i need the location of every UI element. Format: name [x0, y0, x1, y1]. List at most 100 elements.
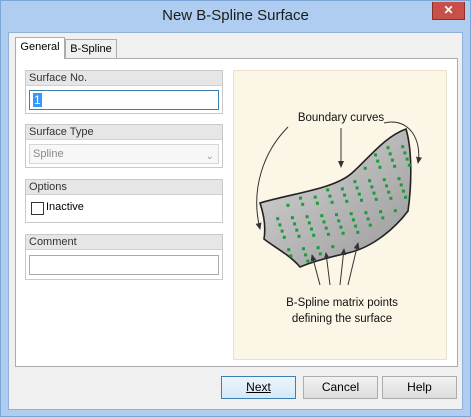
matrix-point	[374, 153, 377, 157]
matrix-point	[287, 248, 291, 252]
matrix-point	[326, 188, 330, 192]
matrix-point	[337, 219, 341, 223]
matrix-point	[343, 193, 347, 197]
matrix-point	[385, 184, 388, 188]
matrix-point	[407, 163, 411, 167]
matrix-point	[318, 252, 322, 256]
tab-general-label: General	[20, 41, 60, 53]
matrix-point	[295, 228, 299, 232]
matrix-point	[382, 178, 386, 182]
matrix-point	[393, 164, 397, 168]
help-button[interactable]: Help	[382, 376, 457, 399]
matrix-point	[360, 198, 363, 202]
cancel-button[interactable]: Cancel	[303, 376, 378, 399]
options-group: Options Inactive	[25, 179, 223, 223]
help-button-label: Help	[407, 380, 432, 394]
matrix-point	[313, 195, 317, 199]
matrix-point	[322, 220, 326, 224]
matrix-point	[376, 159, 380, 163]
surface-shape	[258, 127, 412, 268]
matrix-point	[378, 165, 382, 169]
comment-group: Comment	[25, 234, 223, 280]
matrix-point	[351, 218, 355, 222]
matrix-point	[388, 152, 392, 156]
next-button-label: Next	[246, 380, 271, 394]
matrix-point	[393, 209, 397, 213]
matrix-point	[401, 189, 405, 193]
matrix-point	[320, 214, 324, 218]
matrix-point	[354, 224, 358, 228]
matrix-point	[341, 231, 345, 235]
bspline-surface-illustration: Boundary curves B-Spline matrix points d…	[233, 70, 447, 360]
matrix-point	[357, 192, 361, 196]
close-button[interactable]: ✕	[432, 2, 465, 20]
matrix-point	[368, 223, 372, 227]
matrix-point	[301, 247, 305, 251]
matrix-point	[401, 145, 405, 149]
matrix-point	[307, 221, 311, 225]
comment-input[interactable]	[29, 255, 219, 275]
surface-no-input[interactable]: 1	[29, 90, 219, 110]
boundary-curves-label: Boundary curves	[298, 112, 385, 124]
inactive-checkbox[interactable]	[31, 202, 44, 215]
title-bar[interactable]: New B-Spline Surface ✕	[1, 1, 470, 32]
matrix-point	[379, 210, 383, 214]
matrix-point	[356, 230, 360, 234]
matrix-point	[316, 246, 320, 250]
matrix-point	[374, 197, 378, 201]
matrix-point	[340, 187, 344, 191]
next-button[interactable]: Next	[221, 376, 296, 399]
surface-type-label: Surface Type	[26, 125, 222, 140]
matrix-point	[387, 190, 391, 194]
matrix-point	[372, 191, 376, 195]
matrix-point	[299, 196, 302, 200]
tab-general[interactable]: General	[15, 37, 65, 59]
matrix-point	[331, 245, 335, 249]
surface-no-group: Surface No. 1	[25, 70, 223, 114]
matrix-point	[345, 199, 349, 203]
matrix-point	[305, 215, 309, 219]
matrix-point	[381, 216, 385, 220]
matrix-point	[289, 254, 293, 258]
surface-type-group: Surface Type Spline ⌄	[25, 124, 223, 168]
matrix-point	[390, 158, 394, 162]
surface-type-value: Spline	[33, 148, 64, 160]
matrix-point	[363, 166, 367, 170]
chevron-down-icon: ⌄	[205, 151, 214, 162]
matrix-point	[364, 211, 368, 215]
matrix-point	[386, 146, 390, 150]
matrix-point	[405, 157, 409, 161]
matrix-point	[339, 225, 343, 229]
matrix-point	[349, 212, 353, 216]
matrix-point	[297, 234, 301, 238]
window-title: New B-Spline Surface	[162, 7, 309, 24]
surface-no-label: Surface No.	[26, 71, 222, 86]
matrix-point	[330, 200, 334, 204]
matrix-point	[286, 203, 290, 207]
matrix-point	[293, 222, 297, 226]
dialog-client: General B-Spline Surface No. 1 Surface T…	[8, 32, 463, 410]
comment-label: Comment	[26, 235, 222, 250]
matrix-point	[304, 253, 308, 257]
inactive-label: Inactive	[46, 201, 84, 213]
matrix-point	[399, 183, 403, 187]
surface-type-select[interactable]: Spline ⌄	[29, 144, 219, 164]
tab-bspline[interactable]: B-Spline	[65, 39, 117, 59]
matrix-point	[404, 195, 408, 199]
options-label: Options	[26, 180, 222, 195]
close-icon: ✕	[443, 3, 454, 17]
matrix-points-label-2: defining the surface	[292, 313, 392, 325]
surface-diagram: Boundary curves B-Spline matrix points d…	[255, 112, 423, 325]
matrix-point	[326, 232, 330, 236]
general-tab-panel: Surface No. 1 Surface Type Spline ⌄ Opti…	[15, 58, 458, 367]
matrix-point	[310, 227, 313, 231]
matrix-point	[335, 213, 338, 217]
matrix-point	[389, 196, 393, 200]
matrix-point	[324, 226, 328, 230]
matrix-point	[397, 177, 401, 181]
matrix-point	[312, 233, 316, 237]
matrix-point	[403, 151, 407, 155]
surface-no-value: 1	[33, 93, 42, 107]
matrix-point	[353, 180, 357, 184]
matrix-point	[278, 223, 282, 227]
